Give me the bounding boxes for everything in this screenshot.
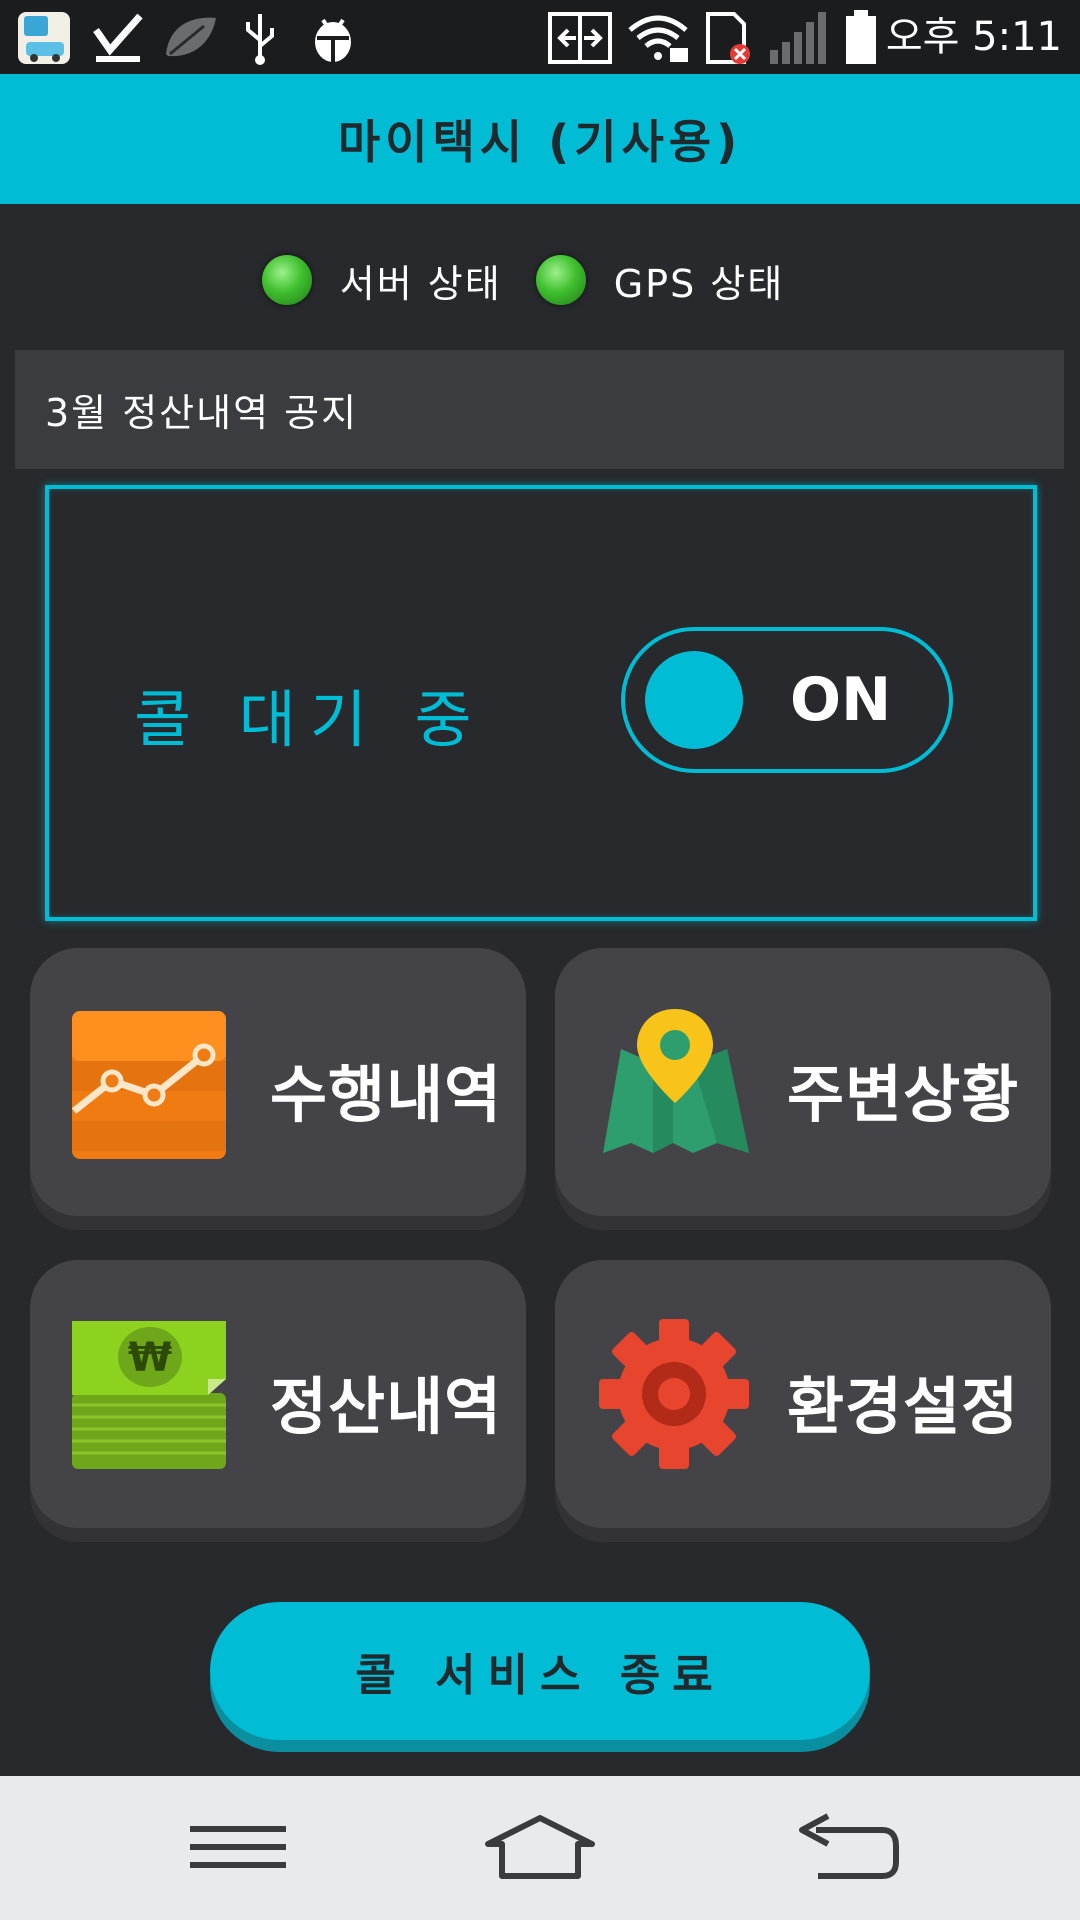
settlement-label: 정산내역 bbox=[270, 1370, 503, 1443]
status-bar: 오후 5:11 bbox=[0, 0, 1080, 74]
wifi-lock-icon bbox=[628, 15, 688, 62]
menu-icon[interactable] bbox=[178, 1808, 298, 1888]
leaf-icon bbox=[166, 17, 216, 57]
gps-status-led bbox=[535, 255, 586, 305]
debug-bug-icon bbox=[315, 18, 351, 62]
call-waiting-panel: 콜 대기 중 ON bbox=[45, 485, 1037, 921]
screen-mirror-icon bbox=[548, 12, 612, 64]
history-label: 수행내역 bbox=[270, 1058, 503, 1131]
app-title: 마이택시 (기사용) bbox=[337, 115, 743, 169]
status-indicators: 서버 상태 GPS 상태 bbox=[0, 245, 1080, 315]
download-done-icon bbox=[93, 13, 143, 62]
call-toggle-switch[interactable]: ON bbox=[621, 627, 953, 773]
chart-icon bbox=[71, 1011, 226, 1159]
map-pin-icon bbox=[603, 1009, 749, 1153]
system-nav-bar bbox=[0, 1776, 1080, 1920]
server-status-led bbox=[261, 255, 312, 305]
clock: 오후 5:11 bbox=[885, 14, 1062, 60]
toggle-knob bbox=[645, 651, 743, 749]
nearby-label: 주변상황 bbox=[787, 1058, 1020, 1131]
signal-icon bbox=[770, 12, 826, 64]
gear-icon bbox=[599, 1319, 749, 1469]
money-icon: ₩ bbox=[72, 1321, 226, 1469]
history-button[interactable]: 수행내역 bbox=[30, 948, 526, 1216]
home-icon[interactable] bbox=[480, 1808, 600, 1888]
call-status-text: 콜 대기 중 bbox=[134, 683, 486, 756]
toggle-label: ON bbox=[790, 665, 892, 735]
app-title-bar: 마이택시 (기사용) bbox=[0, 74, 1080, 204]
nearby-button[interactable]: 주변상황 bbox=[555, 948, 1051, 1216]
back-icon[interactable] bbox=[786, 1808, 906, 1888]
gps-status-label: GPS 상태 bbox=[613, 261, 785, 306]
end-call-service-button[interactable]: 콜 서비스 종료 bbox=[210, 1602, 870, 1740]
settings-button[interactable]: 환경설정 bbox=[555, 1260, 1051, 1528]
end-call-service-label: 콜 서비스 종료 bbox=[355, 1650, 725, 1701]
sim-error-icon bbox=[706, 12, 750, 64]
mytaxi-app-icon bbox=[18, 12, 70, 64]
battery-icon bbox=[846, 10, 876, 64]
server-status-label: 서버 상태 bbox=[339, 261, 502, 306]
svg-text:₩: ₩ bbox=[128, 1335, 172, 1381]
settings-label: 환경설정 bbox=[787, 1370, 1020, 1443]
settlement-button[interactable]: ₩ 정산내역 bbox=[30, 1260, 526, 1528]
usb-icon bbox=[246, 14, 274, 65]
notice-banner[interactable]: 3월 정산내역 공지 bbox=[15, 350, 1064, 469]
notice-text: 3월 정산내역 공지 bbox=[45, 391, 359, 435]
